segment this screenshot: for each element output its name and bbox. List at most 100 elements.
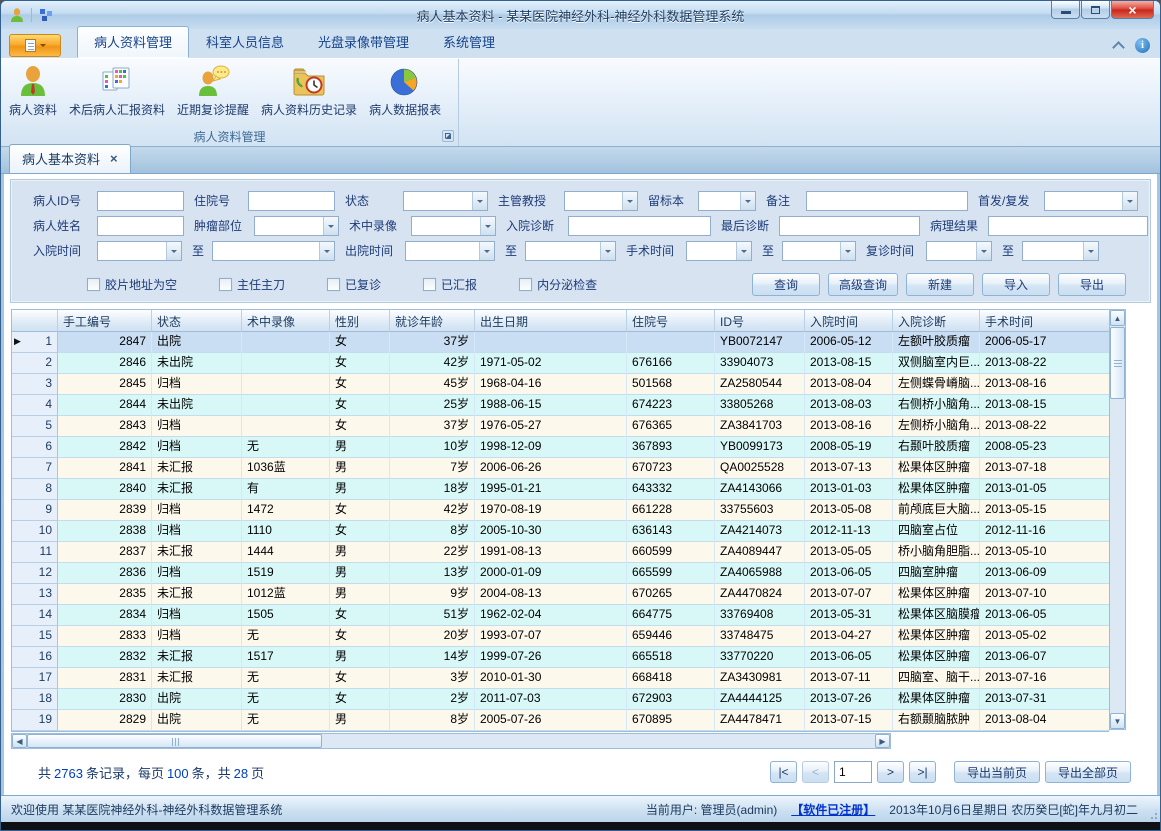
discharge-time-from-combo[interactable] (405, 241, 495, 261)
chevron-down-icon[interactable] (1083, 242, 1098, 260)
checkbox-film-address-empty[interactable]: 胶片地址为空 (87, 276, 177, 293)
chevron-down-icon[interactable] (479, 242, 494, 260)
prev-page-button[interactable]: < (802, 761, 829, 783)
first-page-button[interactable]: |< (770, 761, 797, 783)
table-row[interactable]: 192829出院无男8岁2005-07-26670895ZA4478471201… (12, 710, 1109, 731)
checkbox-icon[interactable] (219, 278, 232, 291)
minimize-button[interactable] (1051, 1, 1080, 19)
surgery-time-from-combo[interactable] (686, 241, 752, 261)
app-logo-person-icon[interactable] (9, 7, 25, 23)
scroll-right-icon[interactable]: ▶ (875, 734, 890, 748)
chevron-down-icon[interactable] (166, 242, 181, 260)
surgery-video-combo[interactable] (411, 216, 496, 236)
admission-diag-input[interactable] (568, 216, 711, 236)
column-header[interactable]: 性别 (330, 310, 390, 332)
table-row[interactable]: 122836归档1519男13岁2000-01-09665599ZA406598… (12, 563, 1109, 584)
chevron-down-icon[interactable] (480, 217, 495, 235)
chevron-down-icon[interactable] (600, 242, 615, 260)
chevron-down-icon[interactable] (976, 242, 991, 260)
chevron-down-icon[interactable] (840, 242, 855, 260)
scroll-left-icon[interactable]: ◀ (12, 734, 27, 748)
column-header[interactable]: 入院时间 (805, 310, 893, 332)
surgery-time-to-combo[interactable] (782, 241, 856, 261)
table-row[interactable]: 52843归档女37岁1976-05-27676365ZA38417032013… (12, 416, 1109, 437)
discharge-time-to-combo[interactable] (525, 241, 616, 261)
registered-link[interactable]: 【软件已注册】 (791, 801, 875, 818)
last-page-button[interactable]: >| (909, 761, 936, 783)
chevron-down-icon[interactable] (472, 192, 487, 210)
professor-combo[interactable] (564, 191, 638, 211)
admission-time-to-combo[interactable] (212, 241, 335, 261)
ribbon-tab-patient-management[interactable]: 病人资料管理 (77, 26, 189, 58)
checkbox-endocrine-exam[interactable]: 内分泌检查 (519, 276, 597, 293)
ribbon-tab-department-staff[interactable]: 科室人员信息 (189, 26, 301, 58)
column-header[interactable]: ID号 (715, 310, 805, 332)
remark-input[interactable] (806, 191, 968, 211)
quick-access-grid-icon[interactable] (38, 7, 54, 23)
chevron-down-icon[interactable] (1122, 192, 1137, 210)
column-header[interactable]: 入院诊断 (893, 310, 980, 332)
column-header[interactable]: 手工编号 (58, 310, 152, 332)
checkbox-reported[interactable]: 已汇报 (423, 276, 477, 293)
export-all-pages-button[interactable]: 导出全部页 (1045, 761, 1131, 783)
patient-id-input[interactable] (97, 191, 184, 211)
horizontal-scroll-thumb[interactable] (27, 734, 322, 748)
checkbox-revisited[interactable]: 已复诊 (327, 276, 381, 293)
scroll-down-icon[interactable]: ▼ (1110, 713, 1125, 729)
table-row[interactable]: 62842归档无男10岁1998-12-09367893YB0099173200… (12, 437, 1109, 458)
checkbox-icon[interactable] (519, 278, 532, 291)
column-header[interactable]: 手术时间 (980, 310, 1110, 332)
page-number-input[interactable] (834, 761, 872, 783)
next-page-button[interactable]: > (877, 761, 904, 783)
advanced-query-button[interactable]: 高级查询 (828, 273, 898, 296)
column-header[interactable]: 状态 (152, 310, 242, 332)
status-combo[interactable] (403, 191, 488, 211)
column-header[interactable]: 出生日期 (475, 310, 627, 332)
hospital-no-input[interactable] (248, 191, 335, 211)
chevron-down-icon[interactable] (736, 242, 751, 260)
new-button[interactable]: 新建 (906, 273, 974, 296)
vertical-scroll-thumb[interactable] (1110, 327, 1125, 399)
import-button[interactable]: 导入 (982, 273, 1050, 296)
tumor-site-combo[interactable] (254, 216, 339, 236)
column-header-indicator[interactable] (12, 310, 58, 332)
table-row[interactable]: 142834归档1505女51岁1962-02-0466477533769408… (12, 605, 1109, 626)
revisit-time-from-combo[interactable] (926, 241, 992, 261)
close-button[interactable]: × (1111, 1, 1154, 19)
patient-report-chart-button[interactable]: 病人数据报表 (363, 61, 447, 127)
table-row[interactable]: 22846未出院女42岁1971-05-02676166339040732013… (12, 353, 1109, 374)
postop-report-button[interactable]: 术后病人汇报资料 (63, 61, 171, 127)
column-header[interactable]: 就诊年龄 (390, 310, 475, 332)
table-row[interactable]: 92839归档1472女42岁1970-08-19661228337556032… (12, 500, 1109, 521)
patient-name-input[interactable] (97, 216, 184, 236)
scroll-up-icon[interactable]: ▲ (1110, 310, 1125, 326)
export-current-page-button[interactable]: 导出当前页 (954, 761, 1040, 783)
vertical-scrollbar[interactable]: ▲ ▼ (1109, 309, 1126, 730)
patient-history-button[interactable]: 病人资料历史记录 (255, 61, 363, 127)
titlebar[interactable]: 病人基本资料 - 某某医院神经外科-神经外科数据管理系统 × (1, 1, 1160, 29)
table-row[interactable]: 102838归档1110女8岁2005-10-30636143ZA4214073… (12, 521, 1109, 542)
resize-grip[interactable] (1147, 809, 1157, 819)
table-row[interactable]: 182830出院无女2岁2011-07-03672903ZA4444125201… (12, 689, 1109, 710)
chevron-down-icon[interactable] (740, 192, 755, 210)
table-row[interactable]: 42844未出院女25岁1988-06-15674223338052682013… (12, 395, 1109, 416)
horizontal-scrollbar[interactable]: ◀ ▶ (11, 733, 891, 749)
ribbon-tab-disc-video[interactable]: 光盘录像带管理 (301, 26, 426, 58)
patient-data-button[interactable]: 病人资料 (3, 61, 63, 127)
revisit-reminder-button[interactable]: 近期复诊提醒 (171, 61, 255, 127)
column-header[interactable]: 住院号 (627, 310, 715, 332)
application-menu-button[interactable] (9, 34, 61, 57)
specimen-combo[interactable] (698, 191, 756, 211)
revisit-time-to-combo[interactable] (1022, 241, 1099, 261)
table-row[interactable]: 32845归档女45岁1968-04-16501568ZA25805442013… (12, 374, 1109, 395)
ribbon-tab-system[interactable]: 系统管理 (426, 26, 512, 58)
final-diag-input[interactable] (779, 216, 920, 236)
table-row[interactable]: 82840未汇报有男18岁1995-01-21643332ZA414306620… (12, 479, 1109, 500)
column-header[interactable]: 术中录像 (242, 310, 330, 332)
chevron-down-icon[interactable] (319, 242, 334, 260)
table-row[interactable]: ▶12847出院女37岁YB00721472006-05-12左额叶胶质瘤200… (12, 332, 1109, 353)
export-button[interactable]: 导出 (1058, 273, 1126, 296)
maximize-button[interactable] (1081, 1, 1110, 19)
table-row[interactable]: 112837未汇报1444男22岁1991-08-13660599ZA40894… (12, 542, 1109, 563)
checkbox-icon[interactable] (423, 278, 436, 291)
